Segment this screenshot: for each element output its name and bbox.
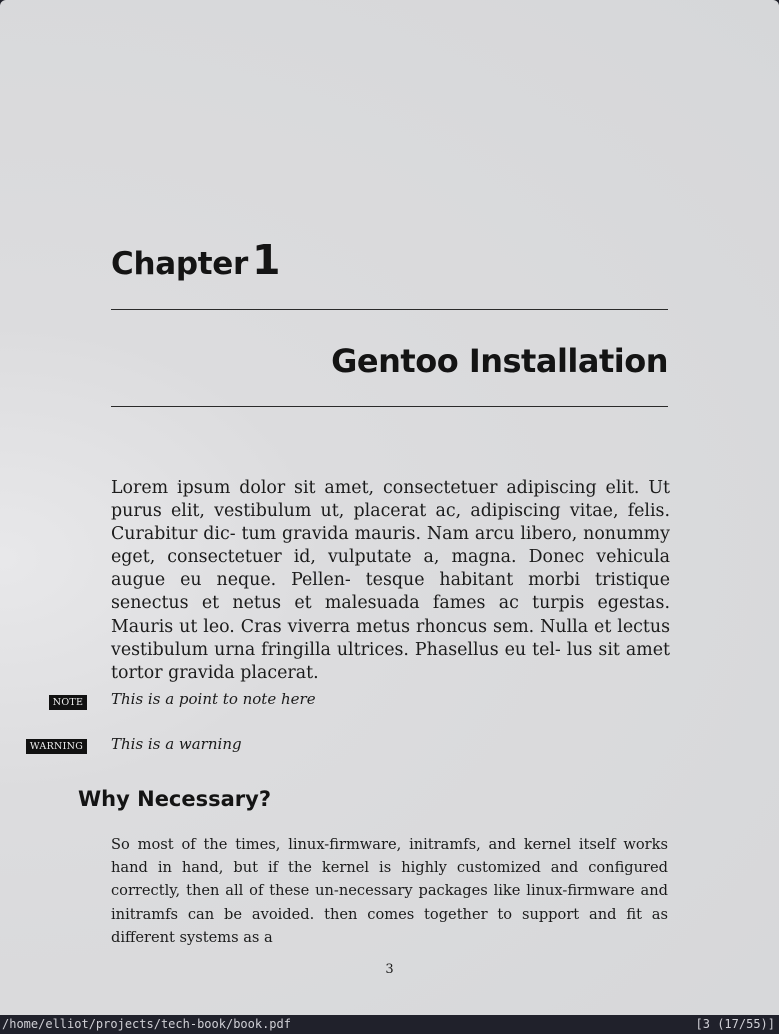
note-text: This is a point to note here (111, 690, 316, 708)
page-number: 3 (385, 962, 394, 977)
pdf-page[interactable]: Chapter1 Gentoo Installation Lorem ipsum… (0, 0, 779, 1015)
chapter-word: Chapter (111, 246, 248, 282)
warning-badge: WARNING (26, 739, 87, 754)
chapter-top-rule (111, 309, 668, 310)
chapter-number: 1 (251, 236, 281, 284)
chapter-title: Gentoo Installation (331, 342, 668, 380)
section-heading: Why Necessary? (78, 787, 272, 811)
pdf-viewer: Chapter1 Gentoo Installation Lorem ipsum… (0, 0, 779, 1034)
body-paragraph: Lorem ipsum dolor sit amet, consectetuer… (111, 478, 670, 683)
page-indicator: [3 (17/55)] (695, 1017, 775, 1031)
chapter-label: Chapter1 (111, 236, 281, 284)
file-path: /home/elliot/projects/tech-book/book.pdf (2, 1017, 291, 1031)
warning-text: This is a warning (111, 735, 242, 753)
note-badge: NOTE (49, 695, 87, 710)
status-bar: /home/elliot/projects/tech-book/book.pdf… (0, 1015, 779, 1034)
section-paragraph: So most of the times, linux-firmware, in… (111, 836, 668, 946)
chapter-bottom-rule (111, 406, 668, 407)
